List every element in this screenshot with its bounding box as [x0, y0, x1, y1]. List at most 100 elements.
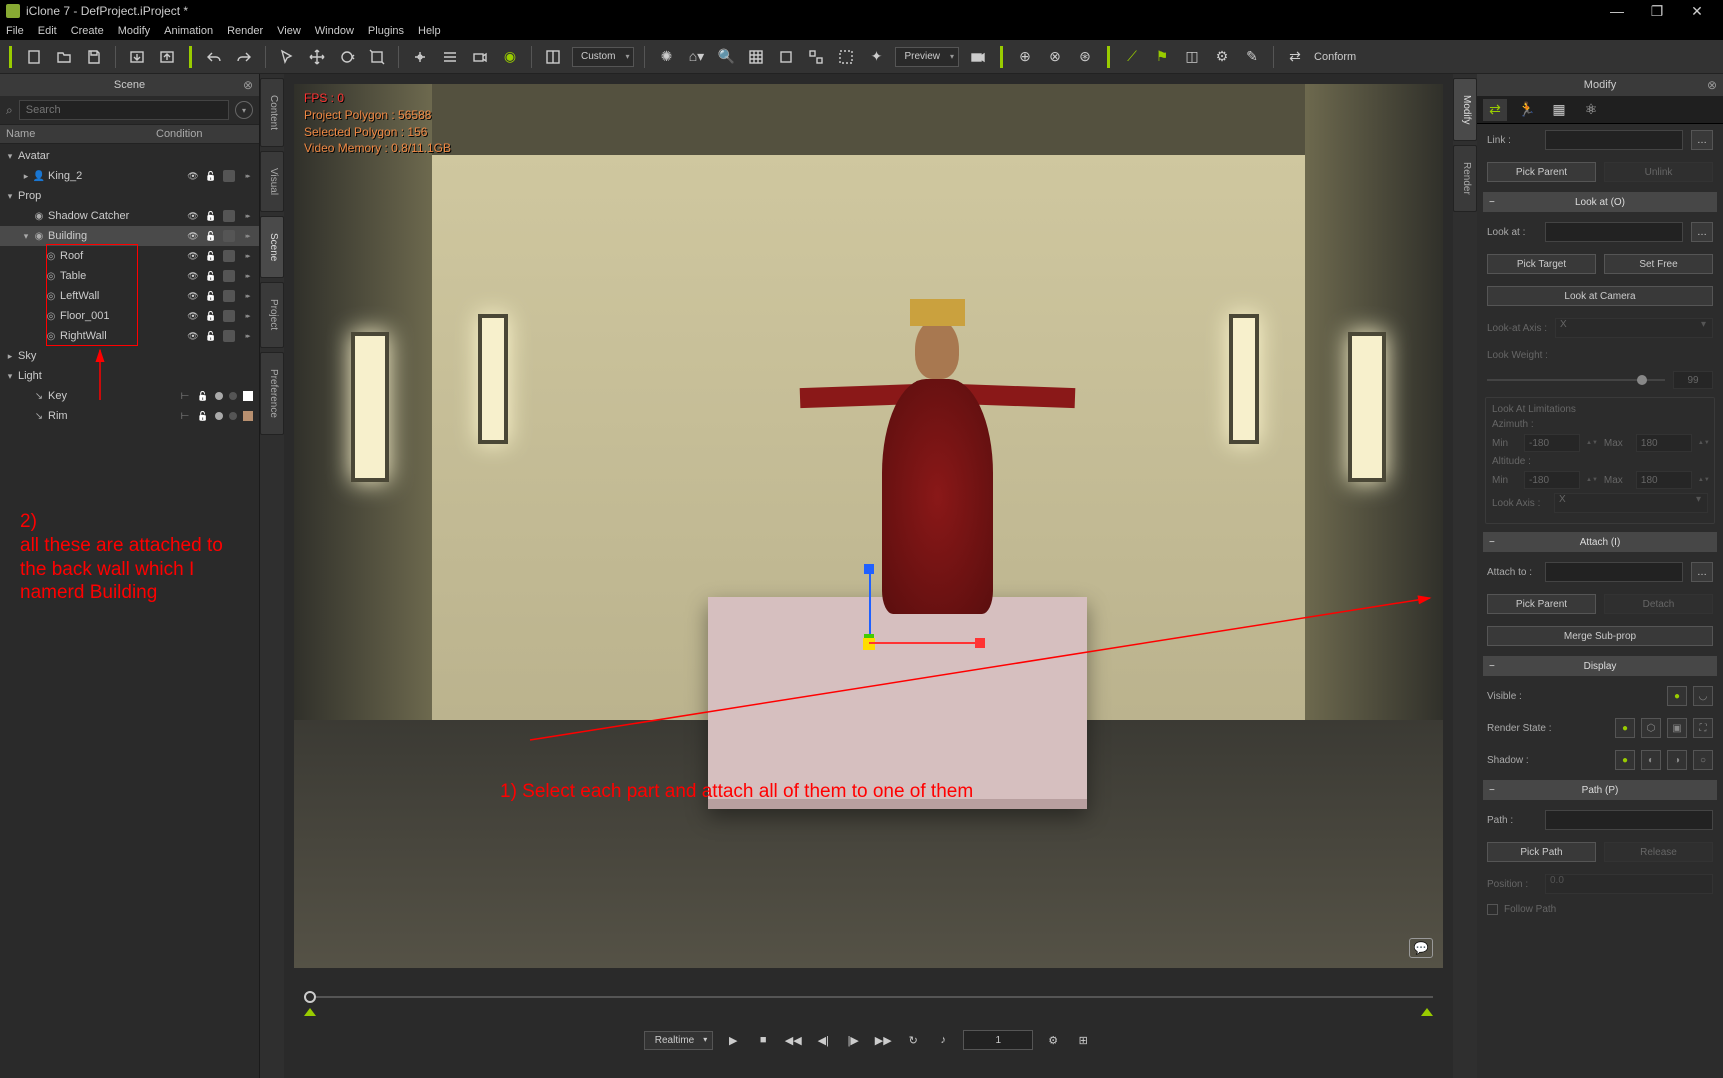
attach-to-input[interactable] [1545, 562, 1683, 582]
attach-pick-parent-button[interactable]: Pick Parent [1487, 594, 1596, 614]
tab-project[interactable]: Project [260, 282, 284, 347]
conform-icon[interactable]: ⇄ [1284, 46, 1306, 68]
set-free-button[interactable]: Set Free [1604, 254, 1713, 274]
viewport-3d[interactable]: FPS : 0 Project Polygon : 56588 Selected… [294, 84, 1443, 968]
tab-preference[interactable]: Preference [260, 352, 284, 435]
home-icon[interactable]: ⌂▾ [685, 46, 707, 68]
tool1-icon[interactable]: ◫ [1181, 46, 1203, 68]
viewport-chat-icon[interactable]: 💬 [1409, 938, 1433, 958]
maximize-button[interactable]: ❐ [1637, 3, 1677, 20]
tree-avatar[interactable]: ▾Avatar [0, 146, 259, 166]
azimuth-max-input[interactable] [1636, 434, 1692, 452]
tree-sky[interactable]: ▸Sky [0, 346, 259, 366]
link-browse-button[interactable]: … [1691, 130, 1713, 150]
lookat-axis-dropdown[interactable]: X▾ [1555, 318, 1713, 338]
attach-section[interactable]: −Attach (I) [1483, 532, 1717, 552]
playback-mode-dropdown[interactable]: Realtime [644, 1031, 713, 1050]
modify-tab-motion-icon[interactable]: 🏃 [1515, 99, 1539, 121]
tree-shadow[interactable]: ◉Shadow Catcher [0, 206, 259, 226]
save-icon[interactable] [83, 46, 105, 68]
modify-tab-material-icon[interactable]: ▦ [1547, 99, 1571, 121]
look-weight-input[interactable] [1673, 371, 1713, 389]
bone-icon[interactable]: ⟋ [1121, 46, 1143, 68]
lookat-input[interactable] [1545, 222, 1683, 242]
visible-off-icon[interactable]: ◡ [1693, 686, 1713, 706]
tree-building[interactable]: ▾◉Building [0, 226, 259, 246]
import-icon[interactable] [126, 46, 148, 68]
next-frame-button[interactable]: |▶ [843, 1030, 863, 1050]
tab-content[interactable]: Content [260, 78, 284, 147]
tree-king[interactable]: ▸👤King_2 [0, 166, 259, 186]
look-weight-slider[interactable] [1477, 367, 1723, 393]
play-button[interactable]: ▶ [723, 1030, 743, 1050]
merge-subprop-button[interactable]: Merge Sub-prop [1487, 626, 1713, 646]
preview-dropdown[interactable]: Preview [895, 47, 959, 67]
altitude-min-input[interactable] [1524, 471, 1580, 489]
new-icon[interactable] [23, 46, 45, 68]
menu-view[interactable]: View [277, 25, 301, 37]
tab-modify[interactable]: Modify [1453, 78, 1477, 141]
stop-button[interactable]: ■ [753, 1030, 773, 1050]
menu-create[interactable]: Create [71, 25, 104, 37]
tab-scene[interactable]: Scene [260, 216, 284, 278]
menu-window[interactable]: Window [315, 25, 354, 37]
display-section[interactable]: −Display [1483, 656, 1717, 676]
export-icon[interactable] [156, 46, 178, 68]
tree-prop[interactable]: ▾Prop [0, 186, 259, 206]
timeline-settings-icon[interactable]: ⚙ [1043, 1030, 1063, 1050]
tool2-icon[interactable]: ⚙ [1211, 46, 1233, 68]
grid-icon[interactable] [745, 46, 767, 68]
snap-icon[interactable] [409, 46, 431, 68]
physics2-icon[interactable]: ⊗ [1044, 46, 1066, 68]
minimize-button[interactable]: — [1597, 3, 1637, 19]
detach-button[interactable]: Detach [1604, 594, 1713, 614]
altitude-max-input[interactable] [1636, 471, 1692, 489]
region-icon[interactable] [805, 46, 827, 68]
lookat-section[interactable]: −Look at (O) [1483, 192, 1717, 212]
unlink-button[interactable]: Unlink [1604, 162, 1713, 182]
tree-leftwall[interactable]: ◎LeftWall [0, 286, 259, 306]
conform-label[interactable]: Conform [1314, 51, 1356, 63]
shadow-on-icon[interactable]: ● [1615, 750, 1635, 770]
menu-animation[interactable]: Animation [164, 25, 213, 37]
gizmo-icon[interactable]: ✦ [865, 46, 887, 68]
pick-parent-button[interactable]: Pick Parent [1487, 162, 1596, 182]
shadow-receive-icon[interactable]: ◑ [1667, 750, 1687, 770]
move-icon[interactable] [306, 46, 328, 68]
tree-table[interactable]: ◎Table [0, 266, 259, 286]
panel-close-icon[interactable]: ⊗ [243, 78, 253, 92]
align-icon[interactable] [439, 46, 461, 68]
menu-plugins[interactable]: Plugins [368, 25, 404, 37]
zoom-icon[interactable]: 🔍 [715, 46, 737, 68]
shadow-off-icon[interactable]: ○ [1693, 750, 1713, 770]
pick-target-button[interactable]: Pick Target [1487, 254, 1596, 274]
rewind-button[interactable]: ◀◀ [783, 1030, 803, 1050]
modify-tab-transform-icon[interactable]: ⇄ [1483, 99, 1507, 121]
eye-icon[interactable]: ◉ [499, 46, 521, 68]
menu-render[interactable]: Render [227, 25, 263, 37]
physics1-icon[interactable]: ⊕ [1014, 46, 1036, 68]
visible-on-icon[interactable]: ● [1667, 686, 1687, 706]
close-button[interactable]: ✕ [1677, 3, 1717, 20]
forward-button[interactable]: ▶▶ [873, 1030, 893, 1050]
tab-visual[interactable]: Visual [260, 151, 284, 212]
open-icon[interactable] [53, 46, 75, 68]
look-at-camera-button[interactable]: Look at Camera [1487, 286, 1713, 306]
tab-render[interactable]: Render [1453, 145, 1477, 212]
link-input[interactable] [1545, 130, 1683, 150]
attach-browse-button[interactable]: … [1691, 562, 1713, 582]
redo-icon[interactable] [233, 46, 255, 68]
look-axis-dropdown[interactable]: X▾ [1554, 493, 1708, 513]
position-input[interactable]: 0.0 [1545, 874, 1713, 894]
record-icon[interactable] [967, 46, 989, 68]
select-icon[interactable] [276, 46, 298, 68]
flag-icon[interactable]: ⚑ [1151, 46, 1173, 68]
physics3-icon[interactable]: ⊛ [1074, 46, 1096, 68]
layout-icon[interactable] [542, 46, 564, 68]
search-options-icon[interactable]: ▾ [235, 101, 253, 119]
path-input[interactable] [1545, 810, 1713, 830]
tree-rim[interactable]: ↘Rim⊢ [0, 406, 259, 426]
render-solid-icon[interactable]: ● [1615, 718, 1635, 738]
shadow-cast-icon[interactable]: ◐ [1641, 750, 1661, 770]
tree-rightwall[interactable]: ◎RightWall [0, 326, 259, 346]
